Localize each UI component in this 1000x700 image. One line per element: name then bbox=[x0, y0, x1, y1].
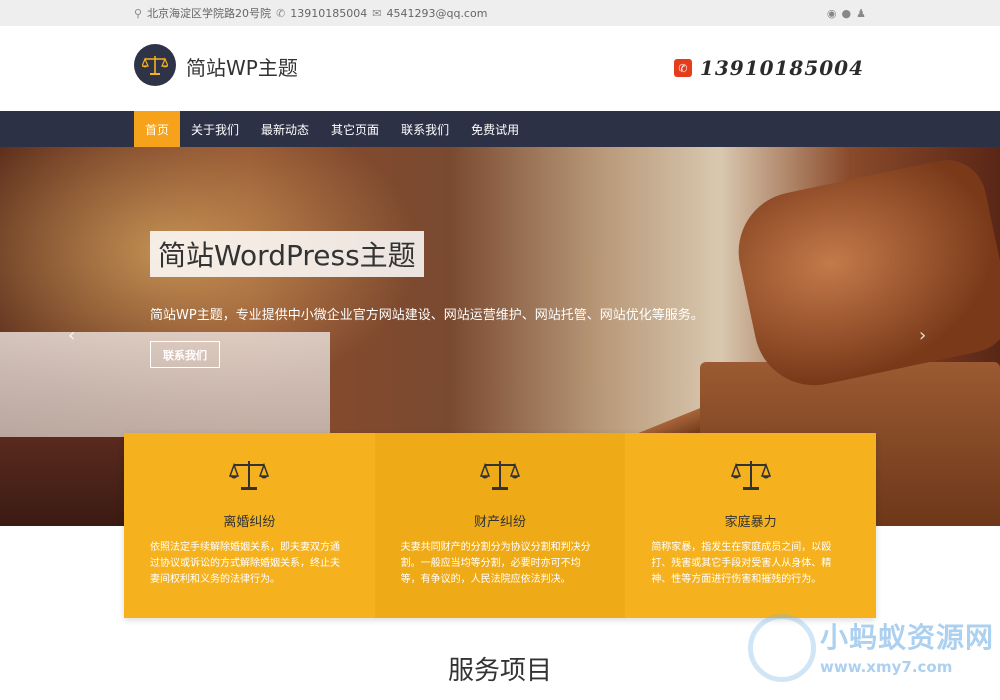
watermark-logo bbox=[748, 614, 816, 682]
site-header: 简站WP主题 ✆ 13910185004 bbox=[0, 26, 1000, 111]
hero-subtitle: 简站WP主题，专业提供中小微企业官方网站建设、网站运营维护、网站托管、网站优化等… bbox=[150, 308, 704, 323]
nav-item-contact[interactable]: 联系我们 bbox=[390, 111, 460, 147]
feature-title: 家庭暴力 bbox=[724, 515, 777, 530]
feature-divorce[interactable]: 离婚纠纷 依照法定手续解除婚姻关系，即夫妻双方通过协议或诉讼的方式解除婚姻关系，… bbox=[124, 433, 375, 618]
nav-item-other-pages[interactable]: 其它页面 bbox=[320, 111, 390, 147]
social-links: ◉ ● ♟ bbox=[827, 0, 866, 26]
feature-boxes: 离婚纠纷 依照法定手续解除婚姻关系，即夫妻双方通过协议或诉讼的方式解除婚姻关系，… bbox=[124, 433, 876, 618]
site-title[interactable]: 简站WP主题 bbox=[186, 52, 298, 81]
wechat-icon[interactable]: ● bbox=[842, 7, 852, 20]
feature-title: 离婚纠纷 bbox=[223, 515, 276, 530]
main-nav: 首页 关于我们 最新动态 其它页面 联系我们 免费试用 bbox=[0, 111, 1000, 147]
header-phone-number: 13910185004 bbox=[699, 56, 864, 80]
feature-description: 夫妻共同财产的分割分为协议分割和判决分割。一般应当均等分割，必要时亦可不均等，有… bbox=[400, 542, 591, 585]
feature-description: 依照法定手续解除婚姻关系，即夫妻双方通过协议或诉讼的方式解除婚姻关系，终止夫妻间… bbox=[150, 542, 340, 585]
nav-item-news[interactable]: 最新动态 bbox=[250, 111, 320, 147]
watermark: 小蚂蚁资源网 www.xmy7.com bbox=[748, 612, 998, 698]
nav-item-about[interactable]: 关于我们 bbox=[180, 111, 250, 147]
scale-icon bbox=[730, 461, 771, 490]
scale-icon bbox=[229, 461, 270, 490]
chevron-right-icon[interactable]: › bbox=[919, 325, 926, 346]
chevron-left-icon[interactable]: ‹ bbox=[68, 325, 75, 346]
topbar-phone-text: 13910185004 bbox=[290, 6, 368, 20]
phone-icon: ✆ bbox=[673, 59, 692, 77]
feature-title: 财产纠纷 bbox=[473, 515, 526, 530]
feature-domestic-violence[interactable]: 家庭暴力 简称家暴，指发生在家庭成员之间，以殴打、残害或其它手段对受害人从身体、… bbox=[625, 433, 876, 618]
contact-info: ⚲ 北京海淀区学院路20号院 ✆ 13910185004 ✉ 4541293@q… bbox=[134, 0, 487, 26]
feature-property[interactable]: 财产纠纷 夫妻共同财产的分割分为协议分割和判决分割。一般应当均等分割，必要时亦可… bbox=[374, 433, 626, 618]
watermark-url: www.xmy7.com bbox=[820, 658, 953, 676]
scale-icon bbox=[142, 56, 168, 75]
weibo-icon[interactable]: ◉ bbox=[827, 7, 837, 20]
hero-title: 简站WordPress主题 bbox=[150, 231, 424, 277]
phone-icon: ✆ bbox=[276, 6, 286, 20]
top-bar: ⚲ 北京海淀区学院路20号院 ✆ 13910185004 ✉ 4541293@q… bbox=[0, 0, 1000, 26]
watermark-text: 小蚂蚁资源网 bbox=[820, 621, 995, 654]
address-text: 北京海淀区学院路20号院 bbox=[147, 7, 272, 20]
header-phone: ✆ 13910185004 bbox=[673, 56, 864, 80]
hero-contact-button[interactable]: 联系我们 bbox=[150, 341, 220, 368]
email-text[interactable]: 4541293@qq.com bbox=[386, 7, 487, 20]
envelope-icon: ✉ bbox=[372, 6, 382, 20]
nav-item-home[interactable]: 首页 bbox=[134, 111, 181, 147]
gavel-head-image bbox=[727, 152, 1000, 397]
map-marker-icon: ⚲ bbox=[134, 6, 143, 20]
nav-item-free-trial[interactable]: 免费试用 bbox=[460, 111, 530, 147]
scale-icon bbox=[479, 461, 520, 490]
feature-description: 简称家暴，指发生在家庭成员之间，以殴打、残害或其它手段对受害人从身体、精神、性等… bbox=[651, 542, 832, 585]
qq-icon[interactable]: ♟ bbox=[856, 7, 866, 20]
site-logo[interactable] bbox=[134, 44, 176, 86]
